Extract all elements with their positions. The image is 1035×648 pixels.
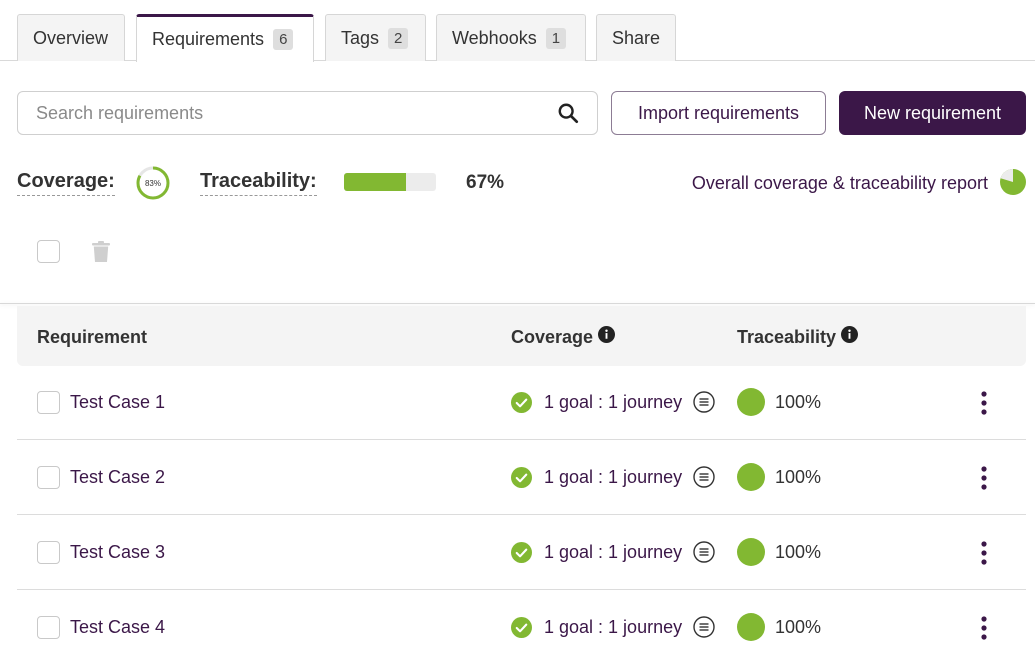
check-circle-icon [511, 467, 532, 488]
traceability-progress-bar [344, 173, 436, 191]
traceability-status-dot [737, 463, 765, 491]
tab-requirements[interactable]: Requirements 6 [136, 14, 314, 62]
tab-count-badge: 1 [545, 27, 567, 49]
tab-label: Share [612, 27, 661, 48]
pie-report-icon[interactable] [999, 168, 1027, 196]
table-header: Requirement Coverage Traceability [17, 306, 1026, 366]
row-checkbox[interactable] [37, 391, 60, 414]
check-circle-icon [511, 392, 532, 413]
kebab-menu-icon[interactable] [974, 389, 994, 417]
column-header-traceability: Traceability [737, 326, 859, 348]
traceability-status-dot [737, 538, 765, 566]
list-icon[interactable] [693, 616, 715, 638]
header-label: Coverage [511, 327, 594, 347]
check-circle-icon [511, 617, 532, 638]
tab-webhooks[interactable]: Webhooks 1 [436, 14, 586, 61]
trash-icon[interactable] [92, 241, 110, 262]
tab-overview[interactable]: Overview [17, 14, 125, 61]
search-box[interactable] [17, 91, 598, 135]
coverage-text[interactable]: 1 goal : 1 journey [544, 617, 682, 638]
tab-tags[interactable]: Tags 2 [325, 14, 426, 61]
traceability-value: 67% [466, 172, 505, 193]
traceability-progress-fill [344, 173, 406, 191]
requirement-name-link[interactable]: Test Case 2 [70, 467, 165, 488]
select-all-checkbox[interactable] [37, 240, 60, 263]
requirement-name-link[interactable]: Test Case 3 [70, 542, 165, 563]
list-icon[interactable] [693, 466, 715, 488]
info-icon[interactable] [598, 326, 616, 343]
coverage-value: 83% [144, 178, 161, 188]
kebab-menu-icon[interactable] [974, 464, 994, 492]
row-checkbox[interactable] [37, 541, 60, 564]
traceability-text: 100% [775, 467, 822, 487]
info-icon[interactable] [841, 326, 859, 343]
traceability-status-dot [737, 388, 765, 416]
tab-count-badge: 2 [388, 27, 409, 49]
header-label: Traceability [737, 327, 837, 347]
search-icon[interactable] [557, 102, 579, 124]
kebab-menu-icon[interactable] [974, 614, 994, 642]
traceability-label[interactable]: Traceability: [200, 170, 317, 196]
check-circle-icon [511, 542, 532, 563]
tab-count-badge: 6 [273, 29, 294, 50]
import-requirements-button[interactable]: Import requirements [611, 91, 826, 135]
header-label: Requirement [37, 327, 148, 347]
tab-label: Overview [33, 27, 109, 48]
column-header-coverage: Coverage [511, 326, 616, 348]
coverage-text[interactable]: 1 goal : 1 journey [544, 542, 682, 563]
row-checkbox[interactable] [37, 616, 60, 639]
column-header-requirement: Requirement [37, 327, 147, 348]
coverage-text[interactable]: 1 goal : 1 journey [544, 392, 682, 413]
tab-share[interactable]: Share [596, 14, 676, 61]
list-icon[interactable] [693, 391, 715, 413]
table-row: Test Case 3 1 goal : 1 journey 100% [17, 515, 1026, 590]
table-row: Test Case 2 1 goal : 1 journey 100% [17, 440, 1026, 515]
kebab-menu-icon[interactable] [974, 539, 994, 567]
traceability-status-dot [737, 613, 765, 641]
row-checkbox[interactable] [37, 466, 60, 489]
tab-label: Webhooks [452, 27, 537, 48]
traceability-text: 100% [775, 617, 822, 637]
traceability-text: 100% [775, 392, 822, 412]
toolbar-divider [0, 303, 1035, 304]
coverage-text[interactable]: 1 goal : 1 journey [544, 467, 682, 488]
tab-label: Tags [341, 27, 380, 48]
search-input[interactable] [36, 102, 557, 124]
table-row: Test Case 1 1 goal : 1 journey 100% [17, 365, 1026, 440]
coverage-label[interactable]: Coverage: [17, 170, 115, 196]
requirement-name-link[interactable]: Test Case 4 [70, 617, 165, 638]
new-requirement-button[interactable]: New requirement [839, 91, 1026, 135]
requirement-name-link[interactable]: Test Case 1 [70, 392, 165, 413]
traceability-text: 100% [775, 542, 822, 562]
list-icon[interactable] [693, 541, 715, 563]
tab-bar: Overview Requirements 6 Tags 2 Webhooks … [0, 0, 1035, 62]
overall-report-link[interactable]: Overall coverage & traceability report [692, 173, 988, 194]
tab-label: Requirements [152, 29, 265, 49]
table-row: Test Case 4 1 goal : 1 journey 100% [17, 590, 1026, 648]
